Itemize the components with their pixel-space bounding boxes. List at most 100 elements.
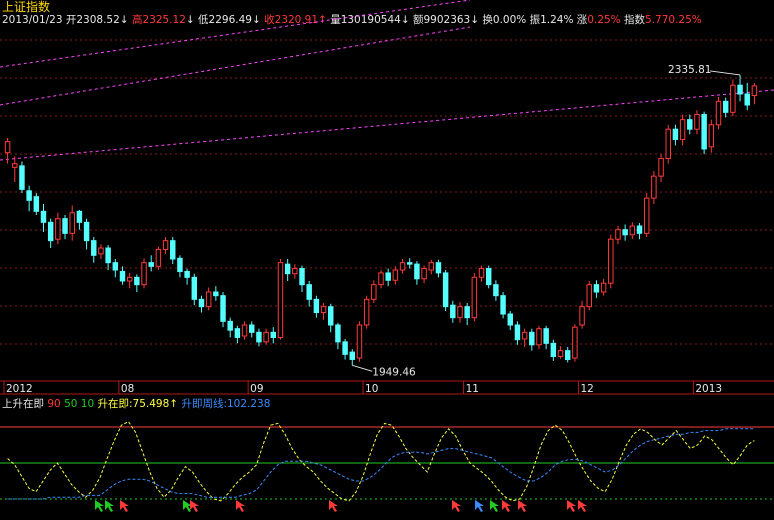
candle-body bbox=[191, 276, 198, 300]
signal-arrow-icon bbox=[518, 500, 527, 512]
level-50-label: 50 bbox=[64, 398, 78, 410]
candle-body bbox=[428, 262, 434, 271]
signal-arrow-icon bbox=[236, 500, 245, 512]
candle-body bbox=[98, 247, 104, 255]
candle-body bbox=[730, 84, 736, 113]
candle-body bbox=[564, 350, 571, 360]
candle-body bbox=[514, 324, 521, 341]
candle-body bbox=[643, 197, 650, 234]
x-tick-label: 08 bbox=[121, 383, 134, 395]
candle-body bbox=[19, 165, 25, 190]
candle-body bbox=[450, 304, 456, 319]
candle-body bbox=[270, 331, 277, 338]
candle-body bbox=[162, 240, 169, 250]
candle-body bbox=[33, 196, 40, 212]
candle-body bbox=[593, 284, 600, 293]
candle-body bbox=[170, 240, 176, 260]
indicator-name: 上升在即 bbox=[2, 398, 44, 410]
candle-body bbox=[651, 175, 657, 199]
candle-body bbox=[392, 269, 399, 281]
candle-body bbox=[751, 85, 758, 96]
series-2-value: 102.238 bbox=[227, 398, 271, 410]
series-1-name: 升在即 bbox=[97, 398, 130, 410]
x-tick-label: 2012 bbox=[6, 383, 33, 395]
candle-body bbox=[62, 218, 68, 234]
candle-body bbox=[658, 158, 664, 177]
signal-arrow-icon bbox=[502, 500, 511, 512]
candle-body bbox=[435, 262, 442, 274]
candle-body bbox=[442, 272, 449, 308]
x-tick-label: 09 bbox=[250, 383, 263, 395]
indicator-panel[interactable] bbox=[0, 420, 774, 512]
candle-body bbox=[550, 342, 557, 358]
trend-line bbox=[0, 0, 471, 68]
signal-arrow-icon bbox=[490, 500, 499, 512]
candle-body bbox=[586, 284, 592, 308]
candle-body bbox=[349, 351, 356, 360]
candle-body bbox=[701, 114, 707, 150]
candle-body bbox=[112, 262, 119, 271]
signal-arrow-icon bbox=[105, 500, 114, 512]
trend-line bbox=[0, 26, 471, 106]
candle-body bbox=[241, 324, 248, 337]
indicator-series-2 bbox=[7, 428, 755, 500]
candle-body bbox=[234, 328, 241, 338]
candle-body bbox=[608, 238, 614, 284]
candle-body bbox=[256, 331, 262, 343]
high-label: 2335.81 bbox=[668, 64, 711, 76]
candle-body bbox=[335, 324, 341, 343]
stock-chart[interactable]: 2335.81 1949.46 2012 08 09 10 11 12 2013 bbox=[0, 0, 774, 520]
candle-body bbox=[55, 218, 61, 240]
arrow-up-icon: ↑ bbox=[169, 398, 179, 410]
candle-body bbox=[385, 272, 391, 281]
signal-arrow-icon bbox=[120, 500, 129, 512]
signal-arrow-icon bbox=[95, 500, 104, 512]
candle-body bbox=[414, 263, 420, 280]
candle-body bbox=[356, 324, 363, 359]
candle-body bbox=[177, 257, 183, 272]
candle-body bbox=[363, 298, 370, 326]
signal-arrow-icon bbox=[452, 500, 461, 512]
candle-body bbox=[4, 141, 11, 154]
candle-body bbox=[105, 247, 111, 264]
candle-body bbox=[76, 210, 83, 223]
candle-body bbox=[715, 100, 722, 126]
candle-body bbox=[83, 221, 90, 242]
candle-body bbox=[457, 306, 463, 319]
candle-body bbox=[471, 276, 478, 319]
candle-body bbox=[119, 270, 126, 282]
candle-body bbox=[536, 328, 542, 346]
candle-body bbox=[399, 262, 406, 271]
candle-body bbox=[694, 114, 700, 130]
signal-arrow-icon bbox=[329, 500, 338, 512]
candle-body bbox=[665, 128, 671, 160]
candle-body bbox=[227, 320, 233, 331]
candle-body bbox=[26, 190, 32, 201]
candle-body bbox=[622, 229, 628, 236]
candle-body bbox=[328, 306, 334, 326]
candle-body bbox=[615, 229, 621, 240]
candle-body bbox=[69, 212, 75, 234]
candle-body bbox=[47, 221, 54, 242]
candle-body bbox=[292, 268, 298, 275]
candle-body bbox=[126, 276, 133, 282]
candle-body bbox=[155, 248, 162, 267]
candle-body bbox=[406, 262, 413, 265]
candle-body bbox=[722, 100, 729, 113]
candles[interactable] bbox=[4, 74, 758, 366]
candle-body bbox=[91, 240, 97, 256]
candle-body bbox=[263, 331, 269, 343]
time-axis: 2012 08 09 10 11 12 2013 bbox=[3, 381, 722, 395]
series-2-name: 升即周线 bbox=[181, 398, 224, 410]
high-leader-line bbox=[709, 70, 741, 76]
candle-body bbox=[12, 163, 18, 168]
candle-body bbox=[284, 263, 291, 275]
signal-arrow-icon bbox=[190, 500, 199, 512]
candle-body bbox=[371, 284, 377, 300]
x-tick-label: 11 bbox=[466, 383, 479, 395]
candle-body bbox=[529, 331, 535, 346]
candle-body bbox=[543, 328, 549, 344]
candle-body bbox=[572, 326, 578, 359]
low-label: 1949.46 bbox=[372, 366, 416, 378]
candle-body bbox=[306, 284, 312, 300]
